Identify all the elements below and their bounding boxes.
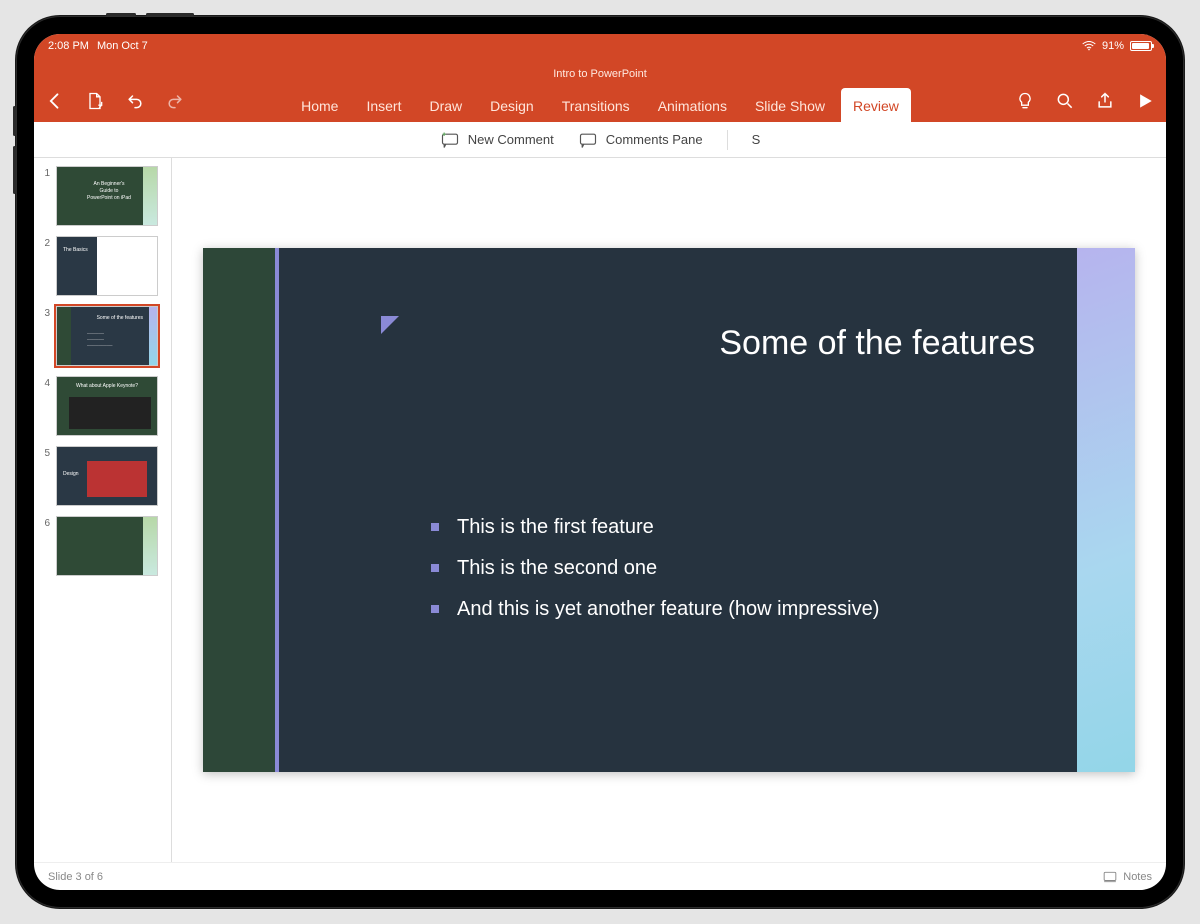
thumb-title: What about Apple Keynote? — [57, 383, 157, 389]
ipad-side-button — [13, 146, 16, 194]
slide-bullet[interactable]: This is the first feature — [431, 516, 879, 539]
redo-icon[interactable] — [164, 90, 186, 112]
thumb-number: 3 — [40, 306, 50, 319]
slide-thumb-3[interactable]: Some of the features ───────────────────… — [56, 306, 158, 366]
tab-design[interactable]: Design — [478, 88, 546, 122]
ribbon-tabs: Home Insert Draw Design Transitions Anim… — [224, 80, 976, 122]
bullet-text: And this is yet another feature (how imp… — [457, 598, 879, 621]
ribbon-s-button[interactable]: S — [752, 132, 761, 147]
slide-canvas[interactable]: Some of the features This is the first f… — [172, 158, 1166, 862]
slide-leftborder-decoration — [275, 248, 279, 772]
thumb-title: An Beginner's Guide to PowerPoint on iPa… — [87, 181, 131, 202]
new-comment-button[interactable]: New Comment — [440, 131, 554, 149]
tab-slideshow[interactable]: Slide Show — [743, 88, 837, 122]
status-footer: Slide 3 of 6 Notes — [34, 862, 1166, 890]
document-title: Intro to PowerPoint — [553, 68, 647, 80]
status-date: Mon Oct 7 — [97, 40, 148, 52]
tab-animations[interactable]: Animations — [646, 88, 739, 122]
thumb-row[interactable]: 5 Design — [40, 446, 167, 506]
slide-bullets[interactable]: This is the first feature This is the se… — [431, 516, 879, 639]
ribbon-separator — [727, 130, 728, 150]
thumb-title: The Basics — [63, 247, 88, 253]
notes-button[interactable]: Notes — [1103, 871, 1152, 883]
thumb-number: 4 — [40, 376, 50, 389]
new-comment-label: New Comment — [468, 132, 554, 147]
slide-thumb-4[interactable]: What about Apple Keynote? — [56, 376, 158, 436]
tab-review[interactable]: Review — [841, 88, 911, 122]
ipad-top-button — [146, 13, 194, 16]
thumb-number: 1 — [40, 166, 50, 179]
wifi-icon — [1082, 41, 1096, 51]
undo-icon[interactable] — [124, 90, 146, 112]
thumb-row[interactable]: 3 Some of the features ─────────────────… — [40, 306, 167, 366]
file-icon[interactable] — [84, 90, 106, 112]
thumb-title: Some of the features — [97, 315, 143, 321]
slide-left-decoration — [203, 248, 275, 772]
comments-pane-button[interactable]: Comments Pane — [578, 131, 703, 149]
current-slide[interactable]: Some of the features This is the first f… — [203, 248, 1135, 772]
slide-corner-icon — [381, 316, 399, 334]
ribbon-s-label: S — [752, 132, 761, 147]
slide-bullet[interactable]: This is the second one — [431, 557, 879, 580]
comment-icon — [578, 131, 598, 149]
title-bar: Intro to PowerPoint Home Insert Draw Des… — [34, 58, 1166, 122]
tab-home[interactable]: Home — [289, 88, 350, 122]
comment-plus-icon — [440, 131, 460, 149]
thumb-row[interactable]: 2 The Basics — [40, 236, 167, 296]
slide-thumb-2[interactable]: The Basics — [56, 236, 158, 296]
main-area: 1 An Beginner's Guide to PowerPoint on i… — [34, 158, 1166, 862]
tab-transitions[interactable]: Transitions — [550, 88, 642, 122]
slide-thumb-6[interactable] — [56, 516, 158, 576]
thumb-number: 6 — [40, 516, 50, 529]
status-battery-pct: 91% — [1102, 40, 1124, 52]
slide-position-label: Slide 3 of 6 — [48, 871, 103, 883]
bullet-text: This is the first feature — [457, 516, 654, 539]
screen: 2:08 PM Mon Oct 7 91% Intro to PowerPoin… — [34, 34, 1166, 890]
share-icon[interactable] — [1094, 90, 1116, 112]
slide-thumb-5[interactable]: Design — [56, 446, 158, 506]
notes-icon — [1103, 871, 1117, 883]
thumb-row[interactable]: 1 An Beginner's Guide to PowerPoint on i… — [40, 166, 167, 226]
ipad-side-button — [13, 106, 16, 136]
thumb-number: 5 — [40, 446, 50, 459]
tab-insert[interactable]: Insert — [354, 88, 413, 122]
slide-right-decoration — [1077, 248, 1135, 772]
search-icon[interactable] — [1054, 90, 1076, 112]
thumb-row[interactable]: 6 — [40, 516, 167, 576]
notes-label: Notes — [1123, 871, 1152, 883]
lightbulb-icon[interactable] — [1014, 90, 1036, 112]
ipad-frame: 2:08 PM Mon Oct 7 91% Intro to PowerPoin… — [16, 16, 1184, 908]
battery-icon — [1130, 41, 1152, 51]
ipad-top-button — [106, 13, 136, 16]
thumb-row[interactable]: 4 What about Apple Keynote? — [40, 376, 167, 436]
tab-draw[interactable]: Draw — [417, 88, 474, 122]
review-ribbon: New Comment Comments Pane S — [34, 122, 1166, 158]
slide-bullet[interactable]: And this is yet another feature (how imp… — [431, 598, 879, 621]
back-icon[interactable] — [44, 90, 66, 112]
bullet-text: This is the second one — [457, 557, 657, 580]
slide-thumb-1[interactable]: An Beginner's Guide to PowerPoint on iPa… — [56, 166, 158, 226]
status-time: 2:08 PM — [48, 40, 89, 52]
thumb-number: 2 — [40, 236, 50, 249]
status-bar: 2:08 PM Mon Oct 7 91% — [34, 34, 1166, 58]
comments-pane-label: Comments Pane — [606, 132, 703, 147]
play-icon[interactable] — [1134, 90, 1156, 112]
thumb-title: Design — [63, 471, 79, 477]
slide-thumbnails[interactable]: 1 An Beginner's Guide to PowerPoint on i… — [34, 158, 172, 862]
slide-title[interactable]: Some of the features — [719, 324, 1035, 363]
